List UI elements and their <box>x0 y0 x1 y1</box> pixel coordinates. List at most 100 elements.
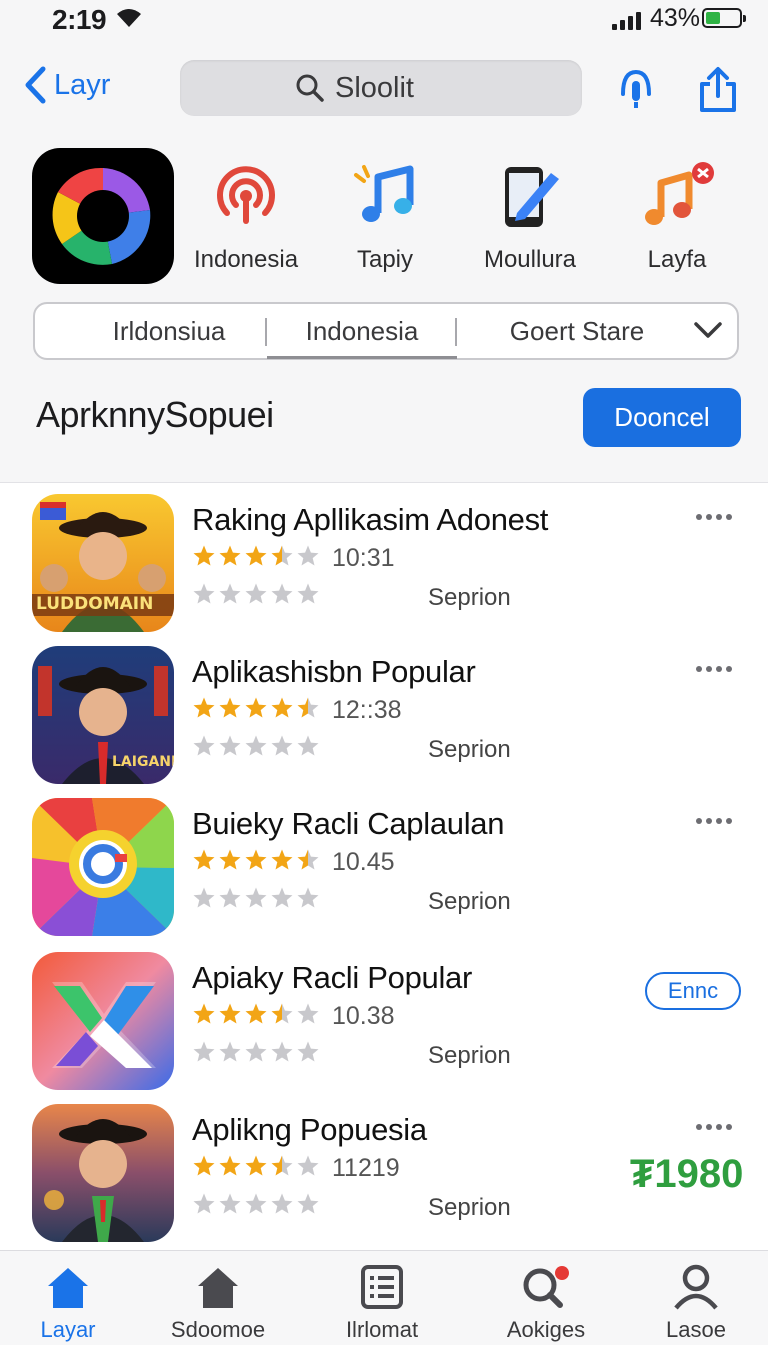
app-icon <box>32 952 174 1090</box>
category-layfa[interactable]: Layfa <box>612 160 742 274</box>
star-icon <box>219 545 241 566</box>
more-options-button[interactable] <box>696 666 732 672</box>
grey-star-rating <box>192 734 320 758</box>
app-time: 10.45 <box>332 848 395 876</box>
status-bar: 2:19 43% <box>0 0 768 44</box>
section-action-button[interactable]: Dooncel <box>583 388 741 447</box>
star-icon <box>297 887 319 908</box>
star-icon <box>271 1041 293 1062</box>
grey-star-rating <box>192 582 320 606</box>
search-icon <box>523 1266 569 1308</box>
star-icon <box>245 545 267 566</box>
more-options-button[interactable] <box>696 514 732 520</box>
star-icon <box>219 1193 241 1214</box>
star-icon <box>271 545 293 566</box>
star-icon <box>245 697 267 718</box>
star-icon <box>297 849 319 870</box>
tab-label: Aokiges <box>506 1317 586 1342</box>
tab-aokiges[interactable]: Aokiges <box>486 1263 606 1343</box>
app-time: 11219 <box>332 1154 400 1182</box>
battery-level <box>706 12 720 24</box>
star-icon <box>271 849 293 870</box>
segment-item[interactable]: Irldonsiua <box>71 304 267 358</box>
star-icon <box>245 887 267 908</box>
star-icon <box>245 735 267 756</box>
category-label: Moullura <box>483 246 577 273</box>
star-rating <box>192 848 320 872</box>
star-icon <box>271 1003 293 1024</box>
active-indicator <box>267 356 457 359</box>
category-label: Tapiy <box>356 246 414 273</box>
tab-label: Layar <box>40 1317 96 1342</box>
podcast-signal-icon <box>217 166 275 224</box>
get-button[interactable]: Ennc <box>645 972 741 1010</box>
star-icon <box>271 735 293 756</box>
star-icon <box>193 1003 215 1024</box>
home-icon <box>198 1268 238 1308</box>
app-artwork-icon <box>32 952 174 1090</box>
featured-app-icon[interactable] <box>32 148 174 284</box>
star-icon <box>193 1155 215 1176</box>
chevron-down-icon[interactable] <box>693 318 723 344</box>
back-button[interactable]: Layr <box>24 66 110 104</box>
tab-layar[interactable]: Layar <box>8 1263 128 1343</box>
app-list-item[interactable]: Apiaky Racli Popular 10.38 Seprion Ennc <box>0 952 768 1106</box>
search-bar[interactable] <box>180 60 582 116</box>
star-icon <box>297 1155 319 1176</box>
tab-bar: Layar Sdoomoe Ilrlomat Aokiges Lasoe <box>0 1250 768 1345</box>
segment-item-active[interactable]: Indonesia <box>267 304 457 358</box>
app-list-item[interactable]: LUDDOMAIN Raking Apllikasim Adonest 10:3… <box>0 494 768 648</box>
more-options-button[interactable] <box>696 1124 732 1130</box>
star-icon <box>193 583 215 604</box>
segment-item[interactable]: Goert Stare <box>459 304 695 358</box>
grey-star-rating <box>192 1192 320 1216</box>
tab-label: Ilrlomat <box>345 1317 419 1342</box>
app-list-item[interactable]: LAIGANI Aplikashisbn Popular 12::38 Sepr… <box>0 646 768 800</box>
star-icon <box>193 545 215 566</box>
star-icon <box>219 1003 241 1024</box>
star-icon <box>219 735 241 756</box>
star-icon <box>297 1003 319 1024</box>
star-icon <box>193 697 215 718</box>
category-moullura[interactable]: Moullura <box>465 160 595 274</box>
star-icon <box>271 887 293 908</box>
app-icon-text: LAIGANI <box>112 754 174 770</box>
app-list-item[interactable]: Buieky Racli Caplaulan 10.45 Seprion <box>0 798 768 952</box>
star-icon <box>219 1155 241 1176</box>
star-rating <box>192 696 320 720</box>
more-options-button[interactable] <box>696 818 732 824</box>
share-button[interactable] <box>694 66 742 114</box>
microphone-button[interactable] <box>612 66 660 114</box>
star-icon <box>245 1193 267 1214</box>
music-note-badge-icon <box>645 162 714 225</box>
star-icon <box>219 697 241 718</box>
category-tapiy[interactable]: Tapiy <box>320 160 450 274</box>
star-icon <box>219 583 241 604</box>
app-time: 10.38 <box>332 1002 395 1030</box>
app-list-item[interactable]: Aplikng Popuesia 11219 Seprion ₮1980 <box>0 1104 768 1258</box>
app-icon: LAIGANI <box>32 646 174 784</box>
category-indonesia[interactable]: Indonesia <box>181 160 311 274</box>
star-icon <box>245 583 267 604</box>
star-icon <box>219 1041 241 1062</box>
category-label: Indonesia <box>193 246 299 273</box>
app-icon-text: LUDDOMAIN <box>36 594 154 614</box>
star-icon <box>193 887 215 908</box>
star-icon <box>271 1193 293 1214</box>
grey-star-rating <box>192 1040 320 1064</box>
search-input[interactable] <box>333 70 467 106</box>
app-subtitle: Seprion <box>428 584 511 611</box>
tab-lasoe[interactable]: Lasoe <box>636 1263 756 1343</box>
app-time: 12::38 <box>332 696 402 724</box>
app-subtitle: Seprion <box>428 1194 511 1221</box>
signal-icon <box>612 10 644 30</box>
star-rating <box>192 544 320 568</box>
tab-ilrlomat[interactable]: Ilrlomat <box>322 1263 442 1343</box>
battery-icon <box>702 8 746 28</box>
section-title: AprknnySopuei <box>36 394 274 435</box>
back-label: Layr <box>54 68 111 101</box>
tab-sdoomoe[interactable]: Sdoomoe <box>158 1263 278 1343</box>
app-icon: LUDDOMAIN <box>32 494 174 632</box>
wifi-icon <box>117 9 141 27</box>
app-price[interactable]: ₮1980 <box>630 1152 743 1197</box>
